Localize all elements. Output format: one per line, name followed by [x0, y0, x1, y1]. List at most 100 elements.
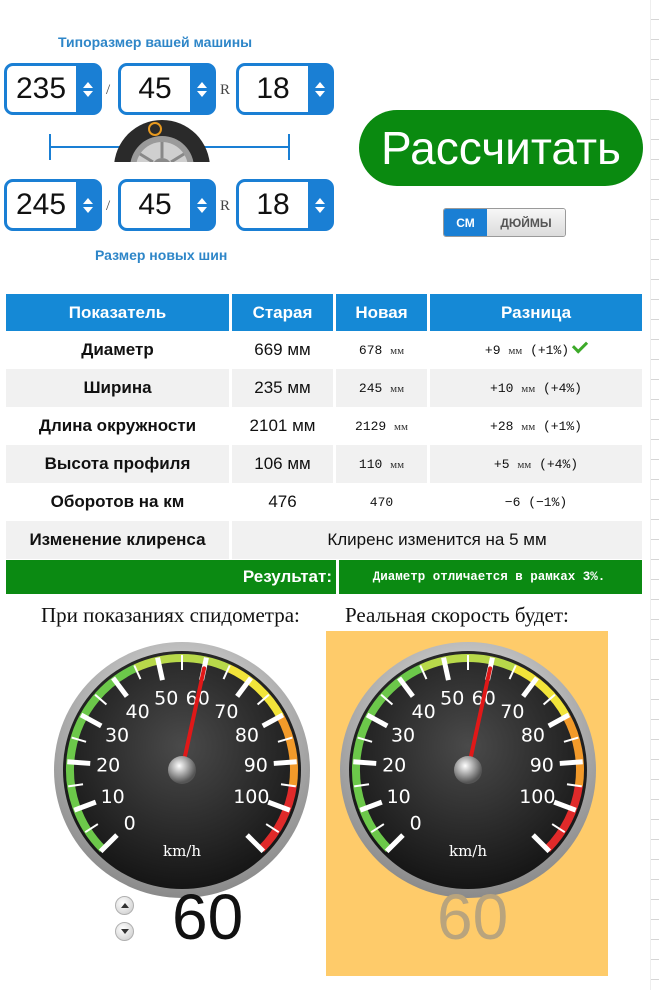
new-width-value: 245 — [15, 188, 67, 221]
up-arrow-icon — [83, 81, 93, 88]
row-new-unit: мм — [394, 420, 408, 433]
current-rim-stepper[interactable]: 18 — [236, 63, 334, 115]
chevron-up-icon — [120, 903, 129, 908]
header-new: Новая — [336, 294, 430, 331]
gauge-tick-label: 90 — [244, 755, 268, 777]
row-new-value: 2129 — [355, 418, 387, 434]
new-size-title: Размер новых шин — [95, 247, 228, 263]
real-speedometer-dial: 0102030405060708090100km/h — [340, 642, 596, 898]
row-old: 2101 мм — [232, 407, 336, 445]
speed-down-button[interactable] — [115, 922, 134, 941]
current-width-stepper[interactable]: 235 — [4, 63, 102, 115]
row-diff-percent: (+4%) — [542, 380, 582, 396]
table-row: Диаметр 669 мм 678 мм +9 мм (+1%) — [6, 331, 642, 369]
row-new-value: 678 — [358, 342, 383, 358]
row-diff: +28 мм (+1%) — [430, 407, 642, 445]
result-divider — [336, 560, 339, 594]
gauge-tick-label: 10 — [101, 786, 125, 808]
slash-separator: / — [106, 82, 111, 98]
radial-separator: R — [220, 198, 231, 214]
header-old: Старая — [232, 294, 336, 331]
new-width-stepper[interactable]: 245 — [4, 179, 102, 231]
input-speed-value[interactable]: 60 — [172, 882, 242, 952]
row-new: 2129 мм — [336, 407, 430, 445]
side-ruler — [651, 0, 659, 990]
current-profile-arrows[interactable] — [190, 65, 214, 113]
row-diff: +10 мм (+4%) — [430, 369, 642, 407]
result-text: Диаметр отличается в рамках 3%. — [372, 570, 606, 584]
new-width-arrows[interactable] — [76, 181, 100, 229]
up-arrow-icon — [83, 197, 93, 204]
row-diff: +5 мм (+4%) — [430, 445, 642, 483]
gauge-tick-label: 20 — [96, 755, 120, 777]
gauge-tick-label: 0 — [410, 812, 422, 834]
row-new-unit: мм — [390, 382, 405, 395]
row-new: 470 — [336, 483, 430, 521]
row-diff-percent: (+1%) — [530, 342, 570, 358]
down-arrow-icon — [315, 206, 325, 213]
row-new-value: 470 — [369, 494, 394, 510]
table-row: Оборотов на км 476 470 −6 (−1%) — [6, 483, 642, 521]
new-profile-arrows[interactable] — [190, 181, 214, 229]
row-diff-percent: (+4%) — [539, 456, 579, 472]
tire-icon — [112, 118, 212, 162]
gauge-major-tick — [353, 759, 377, 766]
unit-cm-button[interactable]: СМ — [444, 209, 487, 236]
speed-up-button[interactable] — [115, 896, 134, 915]
row-diff-value: −6 — [504, 494, 521, 510]
new-rim-value: 18 — [256, 188, 290, 221]
row-diff-value: +28 — [490, 418, 514, 434]
current-size-title: Типоразмер вашей машины — [58, 34, 253, 50]
up-arrow-icon — [315, 197, 325, 204]
up-arrow-icon — [197, 197, 207, 204]
gauge-tick-label: 80 — [235, 725, 259, 747]
gauge-hub — [454, 756, 482, 784]
row-diff: +9 мм (+1%) — [430, 331, 642, 369]
up-arrow-icon — [315, 81, 325, 88]
new-rim-stepper[interactable]: 18 — [236, 179, 334, 231]
gauge-tick-label: 100 — [519, 786, 555, 808]
row-new: 245 мм — [336, 369, 430, 407]
speedometer-input-caption: При показаниях спидометра: — [41, 603, 300, 627]
gauge-major-tick — [273, 759, 297, 766]
row-diff-percent: (−1%) — [528, 494, 568, 510]
gauge-tick-label: 0 — [124, 812, 136, 834]
gauge-tick-label: 30 — [391, 725, 415, 747]
gauge-major-tick — [67, 759, 91, 766]
row-new-value: 245 — [358, 380, 383, 396]
gauge-tick-label: 20 — [382, 755, 406, 777]
result-bar: Результат: Диаметр отличается в рамках 3… — [6, 560, 642, 594]
check-icon — [571, 336, 589, 354]
current-profile-stepper[interactable]: 45 — [118, 63, 216, 115]
row-diff-value: +9 — [484, 342, 501, 358]
current-rim-arrows[interactable] — [308, 65, 332, 113]
gauge-tick-label: 10 — [387, 786, 411, 808]
calculate-button[interactable]: Рассчитать — [359, 110, 643, 186]
gauge-tick-label: 70 — [214, 701, 238, 723]
speedometer-real-caption: Реальная скорость будет: — [345, 603, 569, 627]
new-profile-stepper[interactable]: 45 — [118, 179, 216, 231]
row-old: 476 — [232, 483, 336, 521]
clearance-text: Клиренс изменится на 5 мм — [232, 521, 642, 559]
row-new-unit: мм — [390, 458, 405, 471]
down-arrow-icon — [197, 206, 207, 213]
row-label: Диаметр — [6, 331, 232, 369]
header-indicator: Показатель — [6, 294, 232, 331]
current-width-arrows[interactable] — [76, 65, 100, 113]
row-diff-percent: (+1%) — [542, 418, 582, 434]
input-speedometer-dial: 0102030405060708090100km/h — [54, 642, 310, 898]
table-row: Ширина 235 мм 245 мм +10 мм (+4%) — [6, 369, 642, 407]
gauge-tick-label: 80 — [521, 725, 545, 747]
row-label: Длина окружности — [6, 407, 232, 445]
down-arrow-icon — [315, 90, 325, 97]
header-diff: Разница — [430, 294, 642, 331]
result-label: Результат: — [242, 567, 332, 586]
down-arrow-icon — [83, 206, 93, 213]
table-row: Длина окружности 2101 мм 2129 мм +28 мм … — [6, 407, 642, 445]
gauge-tick-label: 50 — [440, 688, 464, 710]
unit-inches-button[interactable]: ДЮЙМЫ — [487, 209, 565, 236]
unit-toggle: СМ ДЮЙМЫ — [443, 208, 566, 237]
new-rim-arrows[interactable] — [308, 181, 332, 229]
real-speed-value: 60 — [437, 882, 507, 952]
row-label: Оборотов на км — [6, 483, 232, 521]
